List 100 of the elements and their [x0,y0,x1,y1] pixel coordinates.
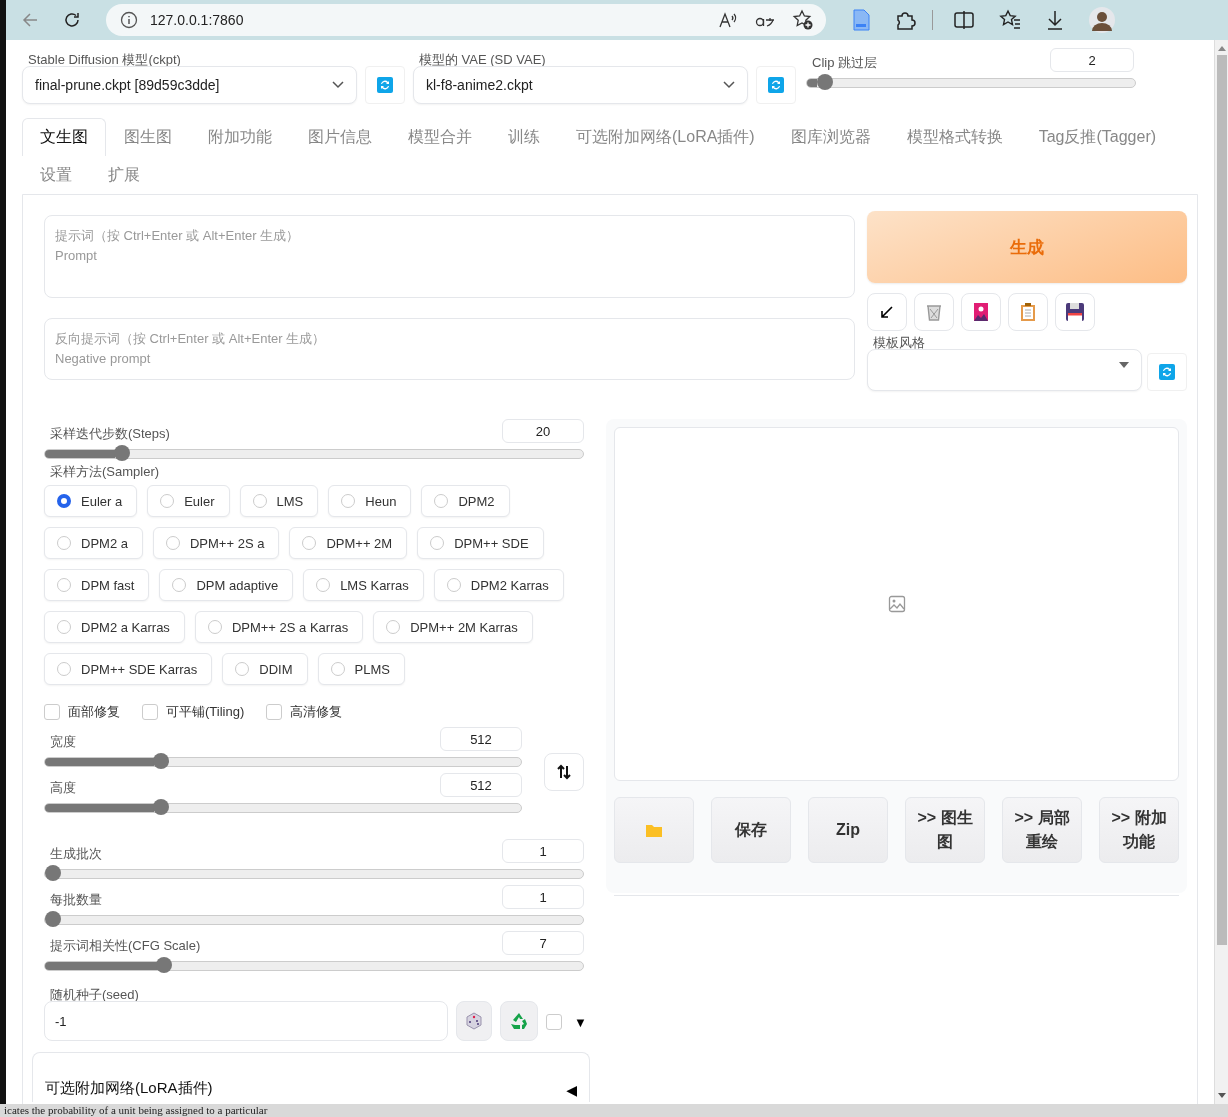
favorite-add-icon[interactable] [792,9,814,31]
checkbox-option[interactable]: 可平铺(Tiling) [142,703,245,721]
radio-option[interactable]: DPM2 [421,485,510,517]
refresh-button[interactable] [1147,353,1187,391]
radio-option[interactable]: DPM++ 2M [289,527,408,559]
tab[interactable]: 图片信息 [290,118,390,156]
slider-thumb[interactable] [45,911,61,927]
radio-option[interactable]: LMS [239,485,319,517]
radio-option[interactable]: LMS Karras [303,569,424,601]
download-icon[interactable] [1045,9,1065,31]
number-field[interactable]: 20 [502,419,584,443]
gallery-button[interactable]: 保存 [711,797,791,863]
scroll-down-icon[interactable] [1217,1093,1226,1098]
tab[interactable]: 模型格式转换 [888,118,1021,156]
slider-thumb[interactable] [113,445,130,461]
tab[interactable]: 附加功能 [190,118,290,156]
scrollbar[interactable] [1214,40,1228,1104]
radio-option[interactable]: DPM++ SDE [417,527,544,559]
checkbox[interactable] [142,704,158,720]
slider-thumb[interactable] [45,865,61,881]
radio-option[interactable]: DPM adaptive [159,569,294,601]
radio-option[interactable]: DPM2 a Karras [44,611,185,643]
recycle-button[interactable] [500,1001,538,1041]
radio-option[interactable]: DPM++ 2S a Karras [194,611,364,643]
avatar-icon[interactable] [1089,7,1115,33]
reload-icon[interactable] [62,10,82,30]
checkbox[interactable] [266,704,283,720]
gallery-button[interactable]: >> 附加功能 [1099,797,1179,863]
tool-button[interactable] [1055,293,1095,331]
tab[interactable]: 图生图 [106,118,190,156]
tab[interactable]: 训练 [490,118,558,156]
field-label: 随机种子(seed) [50,987,140,1003]
accordion-header[interactable]: 可选附加网络(LoRA插件) ◀ [32,1052,590,1102]
split-screen-icon[interactable] [953,10,975,30]
radio-option[interactable]: Heun [328,485,412,517]
slider-thumb[interactable] [156,957,173,973]
tab[interactable]: 扩展 [90,156,158,194]
swap-button[interactable] [544,753,584,791]
negative-prompt-field[interactable]: 反向提示词（按 Ctrl+Enter 或 Alt+Enter 生成） Negative prompt [44,318,855,380]
number-field[interactable]: 2 [1050,48,1134,72]
radio-option[interactable]: DPM++ 2M Karras [373,611,533,643]
slider-fill [45,450,115,458]
radio-option[interactable]: DPM fast [44,569,150,601]
radio-option[interactable]: Euler a [44,485,138,517]
refresh-button[interactable] [365,66,405,104]
dice-icon [465,1012,483,1030]
slider-thumb[interactable] [152,799,169,815]
checkbox-option[interactable]: 高清修复 [266,703,343,721]
read-aloud-icon[interactable] [718,10,738,30]
seed-field[interactable]: -1 [44,1001,448,1041]
trash-icon [926,303,942,321]
document-icon[interactable] [852,9,870,31]
dice-button[interactable] [456,1001,492,1041]
radio-option[interactable]: DPM2 Karras [433,569,564,601]
tab[interactable]: 图库浏览器 [772,118,889,156]
tab[interactable]: 设置 [22,156,90,194]
radio-option[interactable]: DPM++ 2S a [152,527,280,559]
refresh-icon [768,77,784,93]
radio-option[interactable]: DPM++ SDE Karras [44,653,213,685]
gallery-button[interactable]: >> 图生图 [905,797,985,863]
tab[interactable]: 文生图 [22,118,106,156]
extensions-icon[interactable] [894,9,916,31]
scrollbar-thumb[interactable] [1216,55,1227,945]
tool-button[interactable] [867,293,907,331]
chevron-icon [332,81,344,89]
number-field[interactable]: 1 [502,839,584,863]
refresh-button[interactable] [756,66,796,104]
tab[interactable]: 可选附加网络(LoRA插件) [558,118,773,156]
gallery-button[interactable]: >> 局部重绘 [1002,797,1082,863]
number-field[interactable]: 512 [440,773,522,797]
vae-dropdown[interactable]: kl-f8-anime2.ckpt [413,66,748,104]
clipboard-icon [1021,303,1035,321]
radio-option[interactable]: DDIM [222,653,308,685]
folder-icon [646,823,662,837]
favorites-icon[interactable] [999,9,1021,31]
tab[interactable]: 模型合并 [390,118,490,156]
refresh-icon [377,77,393,93]
number-field[interactable]: 1 [502,885,584,909]
expand-toggle[interactable]: ▼ [574,1014,587,1030]
radio-option[interactable]: PLMS [317,653,405,685]
tool-button[interactable] [961,293,1001,331]
model-dropdown[interactable]: final-prune.ckpt [89d59c3dde] [22,66,357,104]
radio-option[interactable]: DPM2 a [44,527,143,559]
gallery-button[interactable]: Zip [808,797,888,863]
checkbox-option[interactable]: 面部修复 [44,703,120,721]
radio-option[interactable]: Euler [147,485,230,517]
radio-button[interactable] [57,494,71,508]
address-bar[interactable]: 127.0.0.1:7860 [106,4,826,36]
open-folder-button[interactable] [614,797,694,863]
checkbox[interactable] [44,704,60,720]
number-field[interactable]: 7 [502,931,584,955]
caret-icon [1119,362,1129,368]
slider-thumb[interactable] [152,753,169,769]
expand-arrow[interactable]: ◀ [566,1082,577,1098]
slider-thumb[interactable] [816,74,833,90]
prompt-field[interactable]: 提示词（按 Ctrl+Enter 或 Alt+Enter 生成） Prompt [44,215,855,298]
scroll-up-icon[interactable] [1217,46,1226,51]
tab[interactable]: Tag反推(Tagger) [1020,118,1175,156]
checkbox[interactable] [546,1014,562,1030]
number-field[interactable]: 512 [440,727,522,751]
